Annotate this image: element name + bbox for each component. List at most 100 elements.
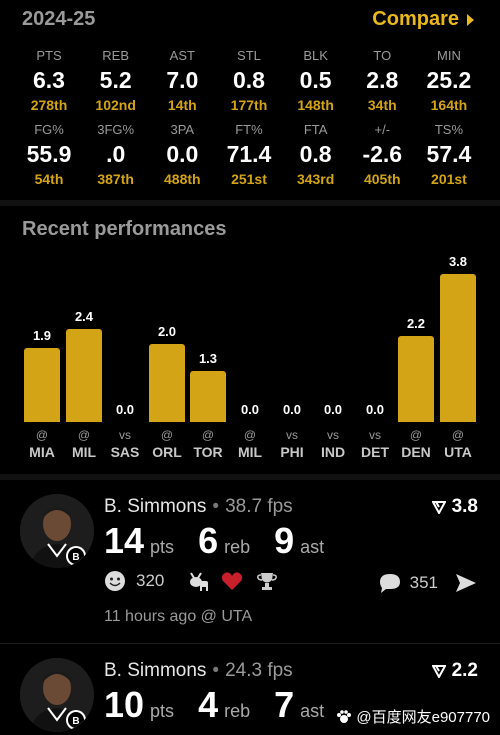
stat-ts-pct: TS% 57.4 201st (418, 122, 480, 188)
fantasy-points: 38.7 fps (225, 496, 293, 517)
avatar[interactable]: B (20, 658, 94, 732)
season-label: 2024-25 (22, 8, 96, 30)
smiley-icon[interactable] (104, 570, 126, 592)
stats-row-2: FG% 55.9 54th 3FG% .0 387th 3PA 0.0 488th FT% 7… (18, 122, 480, 188)
chart-bar-value-label: 1.3 (198, 351, 218, 366)
stat-value: 57.4 (426, 141, 472, 167)
stat-3fg-pct: 3FG% .0 387th (85, 122, 147, 188)
assists-value: 9 (274, 520, 295, 561)
stat-ft-pct: FT% 71.4 251st (218, 122, 280, 188)
chart-bar-column[interactable]: 1.3 (190, 351, 226, 422)
player-name-line[interactable]: B. Simmons • 24.3 fps (104, 660, 293, 682)
chart-bar-value-label: 2.0 (157, 324, 177, 339)
trophy-icon[interactable] (254, 570, 280, 592)
stat-value: 5.2 (99, 67, 132, 93)
stat-reb: REB 5.2 102nd (85, 48, 147, 114)
assists-unit: ast (300, 701, 325, 721)
stat-ast: AST 7.0 14th (151, 48, 213, 114)
season-header: 2024-25 Compare (0, 0, 500, 40)
separator-dot: • (212, 660, 220, 681)
chart-bar-value-label: 2.2 (406, 316, 426, 331)
recent-performances-title: Recent performances (22, 218, 227, 240)
game-card[interactable]: B B. Simmons • 38.7 fps 3.8 14 pts 6 reb 9 as… (0, 482, 500, 642)
recent-performances-chart: 1.9 @ MIA 2.4 @ MIL 0.0 vs SAS 2.0 @ ORL 1.3 @ TOR 0.0 @… (0, 248, 500, 463)
stat-label: TS% (434, 122, 464, 137)
stat-value: -2.6 (362, 141, 403, 167)
points-value: 14 (104, 520, 145, 561)
fantasy-points: 24.3 fps (225, 660, 293, 681)
stat-label: TO (373, 48, 392, 63)
game-divider (0, 643, 500, 644)
reactions-count: 320 (136, 571, 165, 590)
game-time: 11 hours ago @ UTA (104, 608, 253, 625)
chart-bar-value-label: 1.9 (32, 328, 52, 343)
stat-rank: 201st (431, 171, 467, 187)
stat-label: BLK (303, 48, 328, 63)
stat-3pa: 3PA 0.0 488th (151, 122, 213, 188)
chart-opponent-label: @ UTA (430, 428, 486, 460)
stat-rank: 405th (363, 171, 401, 187)
stat-rank: 177th (230, 97, 268, 113)
chart-bar[interactable] (440, 274, 476, 422)
player-name-line[interactable]: B. Simmons • 38.7 fps (104, 496, 293, 518)
stat-label: FG% (34, 122, 64, 137)
chart-bar[interactable] (398, 336, 434, 422)
watermark: @百度网友e907770 (336, 706, 490, 727)
rebounds-value: 4 (198, 684, 219, 725)
stat-label: +/- (374, 122, 391, 137)
chart-bar-value-label: 0.0 (115, 402, 135, 417)
stat-rank: 34th (367, 97, 397, 113)
stat-label: AST (169, 48, 195, 63)
chart-bar-value-label: 0.0 (365, 402, 385, 417)
stat-label: FTA (303, 122, 328, 137)
stat-rank: 488th (164, 171, 201, 187)
stat-rank: 54th (34, 171, 64, 187)
comments-count: 351 (409, 573, 438, 592)
goat-icon[interactable] (186, 570, 210, 592)
section-divider (0, 474, 500, 480)
chart-bar-column[interactable]: 3.8 (440, 254, 476, 422)
stat-label: STL (237, 48, 261, 63)
points-unit: pts (150, 701, 175, 721)
caret-right-icon (467, 13, 474, 26)
compare-button[interactable]: Compare (372, 8, 474, 31)
comment-icon (379, 574, 400, 593)
stat-rank: 251st (231, 171, 267, 187)
stat-label: MIN (437, 48, 461, 63)
watermark-text: @百度网友e907770 (356, 709, 490, 726)
stat-value: 7.0 (166, 67, 199, 93)
chart-bar[interactable] (24, 348, 60, 422)
compare-label: Compare (372, 8, 459, 30)
svg-text:B: B (72, 716, 79, 727)
player-name: B. Simmons (104, 496, 207, 517)
chart-bar-value-label: 3.8 (448, 254, 468, 269)
share-icon[interactable] (454, 572, 478, 594)
game-score: 2.2 (431, 660, 478, 682)
opponent-team: UTA (444, 444, 472, 460)
stat-label: FT% (235, 122, 263, 137)
stat-line: 14 pts 6 reb 9 ast (104, 520, 342, 562)
stats-row-1: PTS 6.3 278th REB 5.2 102nd AST 7.0 14th STL 0.… (18, 48, 480, 114)
assists-value: 7 (274, 684, 295, 725)
game-score: 3.8 (431, 496, 478, 518)
comments-button[interactable]: 351 (378, 572, 438, 594)
stat-plus-minus: +/- -2.6 405th (351, 122, 413, 188)
stat-rank: 387th (97, 171, 134, 187)
player-name: B. Simmons (104, 660, 207, 681)
chart-bar-column[interactable]: 1.9 (24, 328, 60, 422)
chart-bar[interactable] (190, 371, 226, 422)
stat-label: PTS (36, 48, 62, 63)
avatar[interactable]: B (20, 494, 94, 568)
stat-rank: 278th (30, 97, 68, 113)
stat-value: 0.8 (299, 141, 332, 167)
heart-icon[interactable] (220, 570, 244, 592)
chart-bar-column[interactable]: 2.2 (398, 316, 434, 422)
chart-bar-value-label: 2.4 (74, 309, 94, 324)
stat-value: 71.4 (226, 141, 272, 167)
reactions-bar[interactable]: 320 (104, 570, 280, 592)
stat-value: 2.8 (366, 67, 399, 93)
opponent-prefix: @ (451, 428, 465, 442)
stat-label: REB (102, 48, 130, 63)
stat-fg-pct: FG% 55.9 54th (18, 122, 80, 188)
rebounds-unit: reb (224, 537, 251, 557)
